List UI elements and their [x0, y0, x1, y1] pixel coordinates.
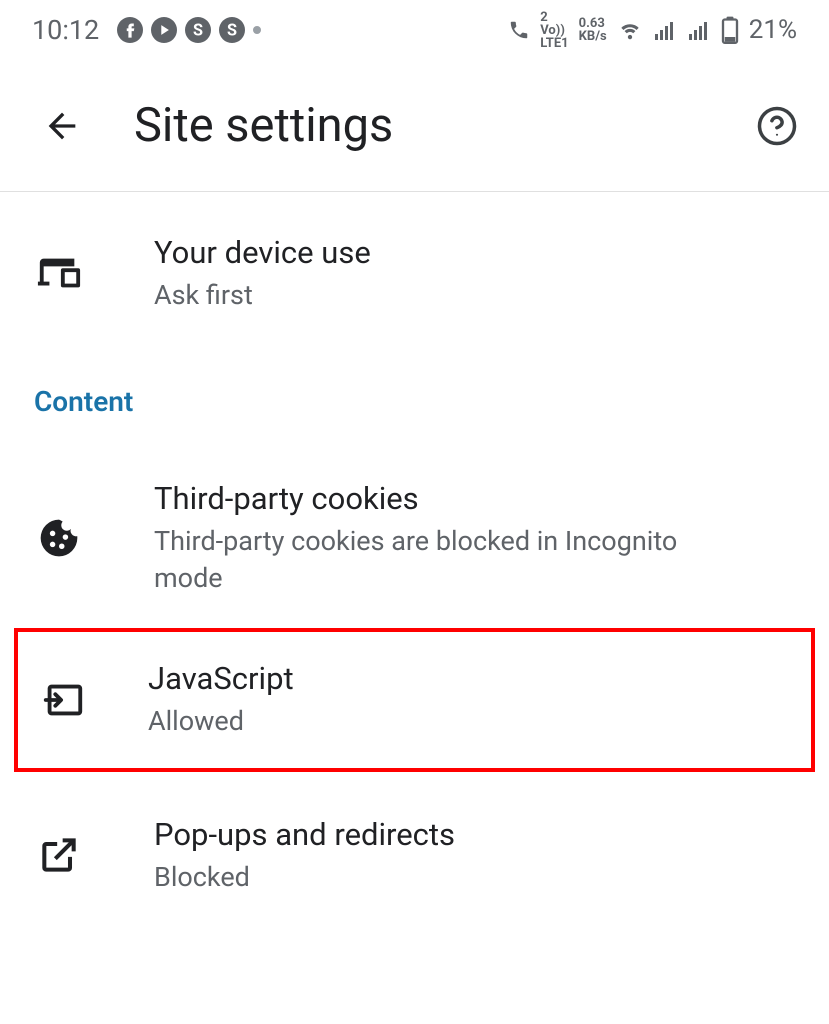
- setting-title: JavaScript: [148, 660, 791, 697]
- setting-title: Your device use: [154, 234, 795, 271]
- battery-icon: [721, 16, 739, 44]
- highlight-javascript: JavaScript Allowed: [14, 628, 815, 771]
- setting-subtitle: Third-party cookies are blocked in Incog…: [154, 523, 694, 596]
- facebook-icon: [117, 17, 143, 43]
- more-notifications-dot: [253, 26, 261, 34]
- devices-icon: [34, 251, 84, 297]
- setting-your-device-use[interactable]: Your device use Ask first: [0, 192, 829, 349]
- arrow-left-icon: [42, 106, 82, 146]
- open-in-new-icon: [34, 833, 84, 877]
- setting-text: JavaScript Allowed: [148, 660, 791, 739]
- status-bar: 10:12 S S 2 Vo)) LTE1 0.63 KB/s 21%: [0, 0, 829, 60]
- signal-icon-2: [687, 18, 711, 42]
- setting-javascript[interactable]: JavaScript Allowed: [18, 632, 811, 767]
- status-time: 10:12: [32, 14, 99, 46]
- volte-indicator: 2 Vo)) LTE1: [540, 11, 568, 50]
- javascript-icon: [38, 677, 88, 723]
- svg-text:S: S: [227, 20, 237, 39]
- skype-icon-2: S: [219, 17, 245, 43]
- play-icon: [151, 17, 177, 43]
- page-title: Site settings: [134, 98, 749, 153]
- setting-subtitle: Ask first: [154, 277, 795, 313]
- help-icon: [756, 105, 798, 147]
- setting-text: Your device use Ask first: [154, 234, 795, 313]
- setting-text: Pop-ups and redirects Blocked: [154, 816, 795, 895]
- setting-popups-and-redirects[interactable]: Pop-ups and redirects Blocked: [0, 772, 829, 927]
- help-button[interactable]: [749, 98, 805, 154]
- status-left: 10:12 S S: [32, 14, 261, 46]
- setting-title: Third-party cookies: [154, 480, 795, 517]
- section-header-content: Content: [0, 349, 829, 438]
- setting-title: Pop-ups and redirects: [154, 816, 795, 853]
- battery-percentage: 21%: [749, 15, 797, 45]
- back-button[interactable]: [34, 98, 90, 154]
- setting-subtitle: Allowed: [148, 703, 791, 739]
- svg-text:S: S: [193, 20, 203, 39]
- wifi-icon: [617, 17, 643, 43]
- signal-icon-1: [653, 18, 677, 42]
- cookie-icon: [34, 516, 84, 560]
- call-icon: [508, 19, 530, 41]
- setting-third-party-cookies[interactable]: Third-party cookies Third-party cookies …: [0, 438, 829, 628]
- app-header: Site settings: [0, 60, 829, 192]
- status-notification-icons: S S: [117, 17, 261, 43]
- status-right: 2 Vo)) LTE1 0.63 KB/s 21%: [508, 11, 797, 50]
- setting-subtitle: Blocked: [154, 859, 795, 895]
- setting-text: Third-party cookies Third-party cookies …: [154, 480, 795, 596]
- skype-icon: S: [185, 17, 211, 43]
- data-speed-indicator: 0.63 KB/s: [579, 17, 607, 43]
